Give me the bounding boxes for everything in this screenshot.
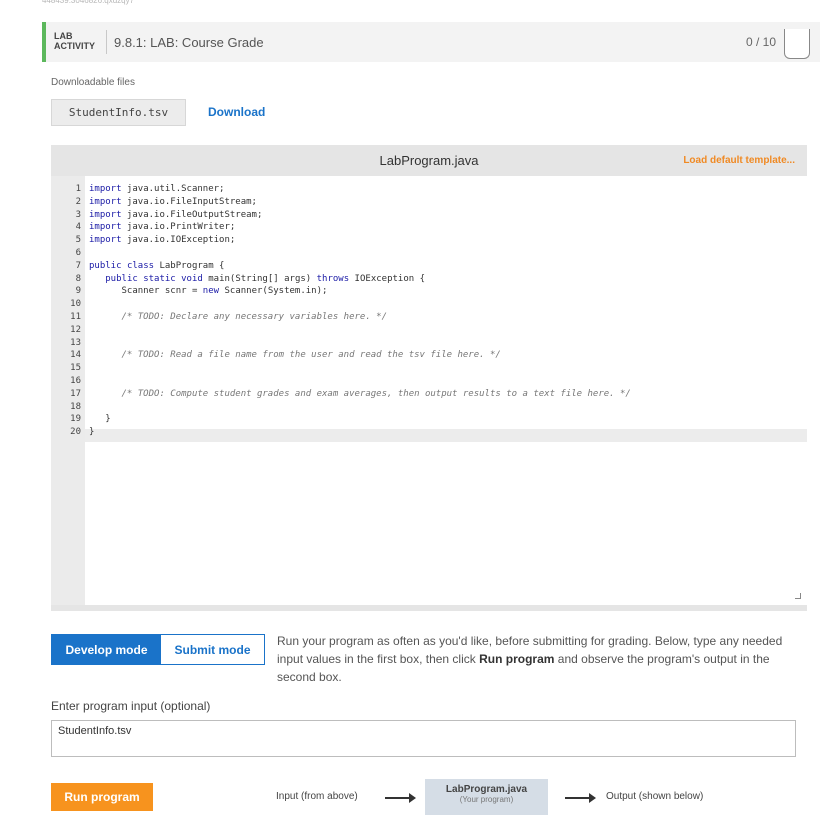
code-line: 2 import java.io.FileInputStream; <box>51 196 807 209</box>
score-label: 0 / 10 <box>745 35 776 49</box>
arrow-right-icon <box>385 793 416 803</box>
lab-tag-line2: ACTIVITY <box>54 41 96 51</box>
line-number: 10 <box>70 299 81 310</box>
load-default-template-link[interactable]: Load default template... <box>683 155 795 166</box>
line-number: 13 <box>70 337 81 348</box>
line-content: import java.io.PrintWriter; <box>89 222 236 233</box>
run-program-button[interactable]: Run program <box>51 783 153 811</box>
line-content: import java.util.Scanner; <box>89 184 225 194</box>
line-number: 2 <box>75 196 81 207</box>
code-line: 13 <box>51 337 807 350</box>
line-number: 20 <box>70 427 81 438</box>
line-number: 6 <box>75 247 81 258</box>
code-line: 12 <box>51 324 807 337</box>
code-line: 18 <box>51 401 807 414</box>
line-number: 11 <box>70 311 81 322</box>
code-line: 10 <box>51 298 807 311</box>
code-lines: 1 import java.util.Scanner; 2 import java.i… <box>51 183 807 439</box>
line-content: /* TODO: Compute student grades and exam… <box>89 388 631 399</box>
program-input-label: Enter program input (optional) <box>51 699 211 713</box>
editor-toolbar: LabProgram.java Load default template... <box>51 145 807 176</box>
download-link[interactable]: Download <box>208 105 265 119</box>
code-line: 6 <box>51 247 807 260</box>
code-editor: LabProgram.java Load default template...… <box>51 145 807 611</box>
page-id: 448439.3046826.qxdzqy7 <box>42 0 135 5</box>
line-number: 7 <box>75 260 81 271</box>
code-line: 3 import java.io.FileOutputStream; <box>51 209 807 222</box>
line-number: 16 <box>70 375 81 386</box>
code-line: 16 <box>51 375 807 388</box>
lab-activity-tag: LAB ACTIVITY <box>54 31 95 51</box>
line-content: import java.io.FileOutputStream; <box>89 209 263 220</box>
run-instructions: Run your program as often as you'd like,… <box>277 632 807 686</box>
header-divider <box>106 30 107 54</box>
code-line: 8 public static void main(String[] args)… <box>51 273 807 286</box>
completion-badge-icon <box>784 29 810 59</box>
line-number: 12 <box>70 324 81 335</box>
program-name: LabProgram.java <box>445 784 528 795</box>
code-line: 5 import java.io.IOException; <box>51 234 807 247</box>
code-line: 19 } <box>51 413 807 426</box>
code-line: 14 /* TODO: Read a file name from the us… <box>51 349 807 362</box>
resize-handle-icon[interactable] <box>795 593 801 599</box>
line-number: 15 <box>70 363 81 374</box>
code-line: 20} <box>51 426 807 439</box>
mode-toggle: Develop mode Submit mode <box>51 634 265 665</box>
line-content: /* TODO: Read a file name from the user … <box>89 350 501 361</box>
arrow-right-icon <box>565 793 596 803</box>
code-line: 7 public class LabProgram { <box>51 260 807 273</box>
program-box: LabProgram.java (Your program) <box>425 779 548 815</box>
code-line: 9 Scanner scnr = new Scanner(System.in); <box>51 285 807 298</box>
line-number: 18 <box>70 401 81 412</box>
line-number: 1 <box>75 184 81 194</box>
code-line: 4 import java.io.PrintWriter; <box>51 221 807 234</box>
line-content: /* TODO: Declare any necessary variables… <box>89 311 388 322</box>
code-text-area[interactable]: 1 import java.util.Scanner; 2 import java.i… <box>51 176 807 605</box>
help-text-bold: Run program <box>479 652 555 666</box>
line-number: 17 <box>70 388 81 399</box>
line-content: import java.io.IOException; <box>89 235 236 246</box>
line-content: public class LabProgram { <box>89 260 225 271</box>
lab-title: 9.8.1: LAB: Course Grade <box>114 35 264 50</box>
output-caption: Output (shown below) <box>606 791 704 802</box>
file-chip: StudentInfo.tsv <box>51 99 186 126</box>
lab-tag-line1: LAB <box>54 31 73 41</box>
program-sub-label: (Your program) <box>459 795 514 804</box>
submit-mode-button[interactable]: Submit mode <box>161 635 264 664</box>
line-content: } <box>89 414 111 425</box>
develop-mode-button[interactable]: Develop mode <box>52 635 161 664</box>
line-content: import java.io.FileInputStream; <box>89 196 257 207</box>
downloadable-files-label: Downloadable files <box>51 77 135 88</box>
code-line: 17 /* TODO: Compute student grades and e… <box>51 388 807 401</box>
line-number: 8 <box>75 273 81 284</box>
line-number: 14 <box>70 350 81 361</box>
line-number: 5 <box>75 235 81 246</box>
code-line: 15 <box>51 362 807 375</box>
line-number: 9 <box>75 286 81 297</box>
line-number: 4 <box>75 222 81 233</box>
line-number: 3 <box>75 209 81 220</box>
line-content: public static void main(String[] args) t… <box>105 273 425 284</box>
code-line: 11 /* TODO: Declare any necessary variab… <box>51 311 807 324</box>
input-caption: Input (from above) <box>276 791 358 802</box>
line-content: Scanner scnr = new Scanner(System.in); <box>89 286 328 297</box>
code-line: 1 import java.util.Scanner; <box>51 183 807 196</box>
line-content: } <box>89 427 95 438</box>
program-input-field[interactable]: StudentInfo.tsv <box>51 720 796 757</box>
line-number: 19 <box>70 414 81 425</box>
lab-header: LAB ACTIVITY 9.8.1: LAB: Course Grade 0 … <box>42 22 820 62</box>
